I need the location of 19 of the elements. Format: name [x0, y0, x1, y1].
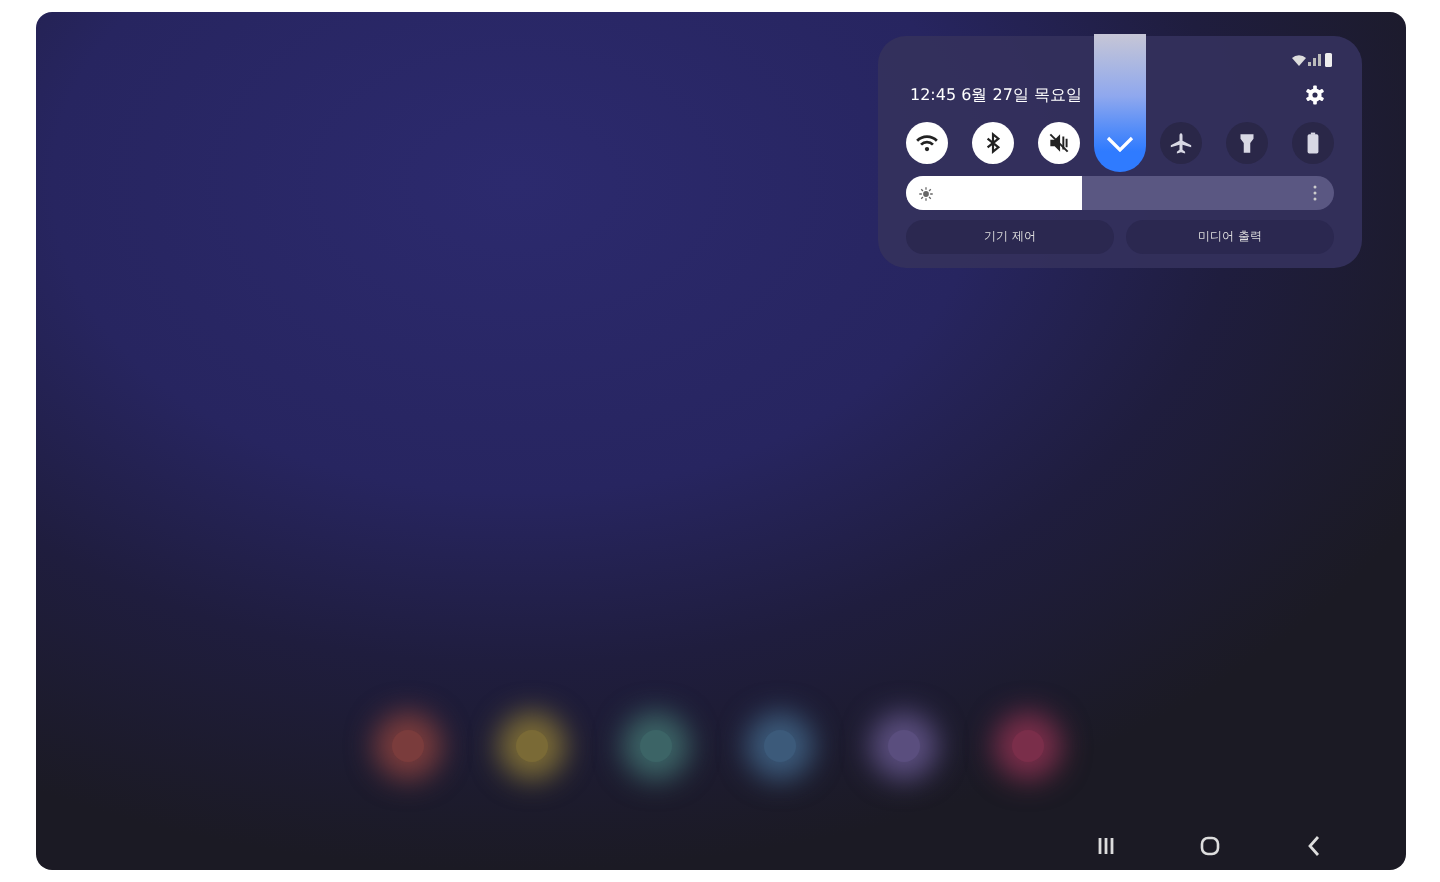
sun-icon [918, 185, 934, 201]
battery-toggle[interactable] [1292, 122, 1334, 164]
pull-down-handle[interactable] [1094, 34, 1146, 172]
wifi-toggle[interactable] [906, 122, 948, 164]
settings-icon[interactable] [1304, 84, 1326, 106]
clock-date-text: 12:45 6월 27일 목요일 [910, 84, 1082, 106]
more-options-icon[interactable] [1312, 184, 1318, 202]
airplane-toggle[interactable] [1160, 122, 1202, 164]
brightness-slider[interactable] [906, 176, 1334, 210]
home-icon[interactable] [1198, 834, 1222, 858]
mute-toggle[interactable] [1038, 122, 1080, 164]
airplane-icon [1168, 130, 1194, 156]
chevron-down-icon [1106, 136, 1134, 152]
muted-speaker-icon [1046, 130, 1072, 156]
bluetooth-toggle[interactable] [972, 122, 1014, 164]
wifi-icon [914, 130, 940, 156]
recent-apps-icon[interactable] [1094, 834, 1118, 858]
flashlight-toggle[interactable] [1226, 122, 1268, 164]
status-icons [1290, 52, 1334, 68]
